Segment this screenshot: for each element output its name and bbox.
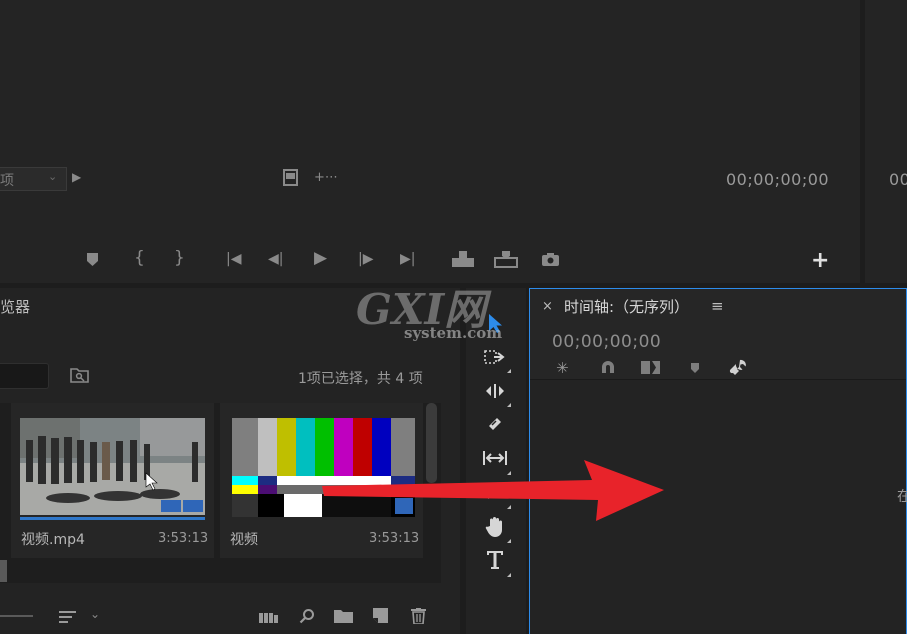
annotation-arrow — [322, 460, 664, 521]
